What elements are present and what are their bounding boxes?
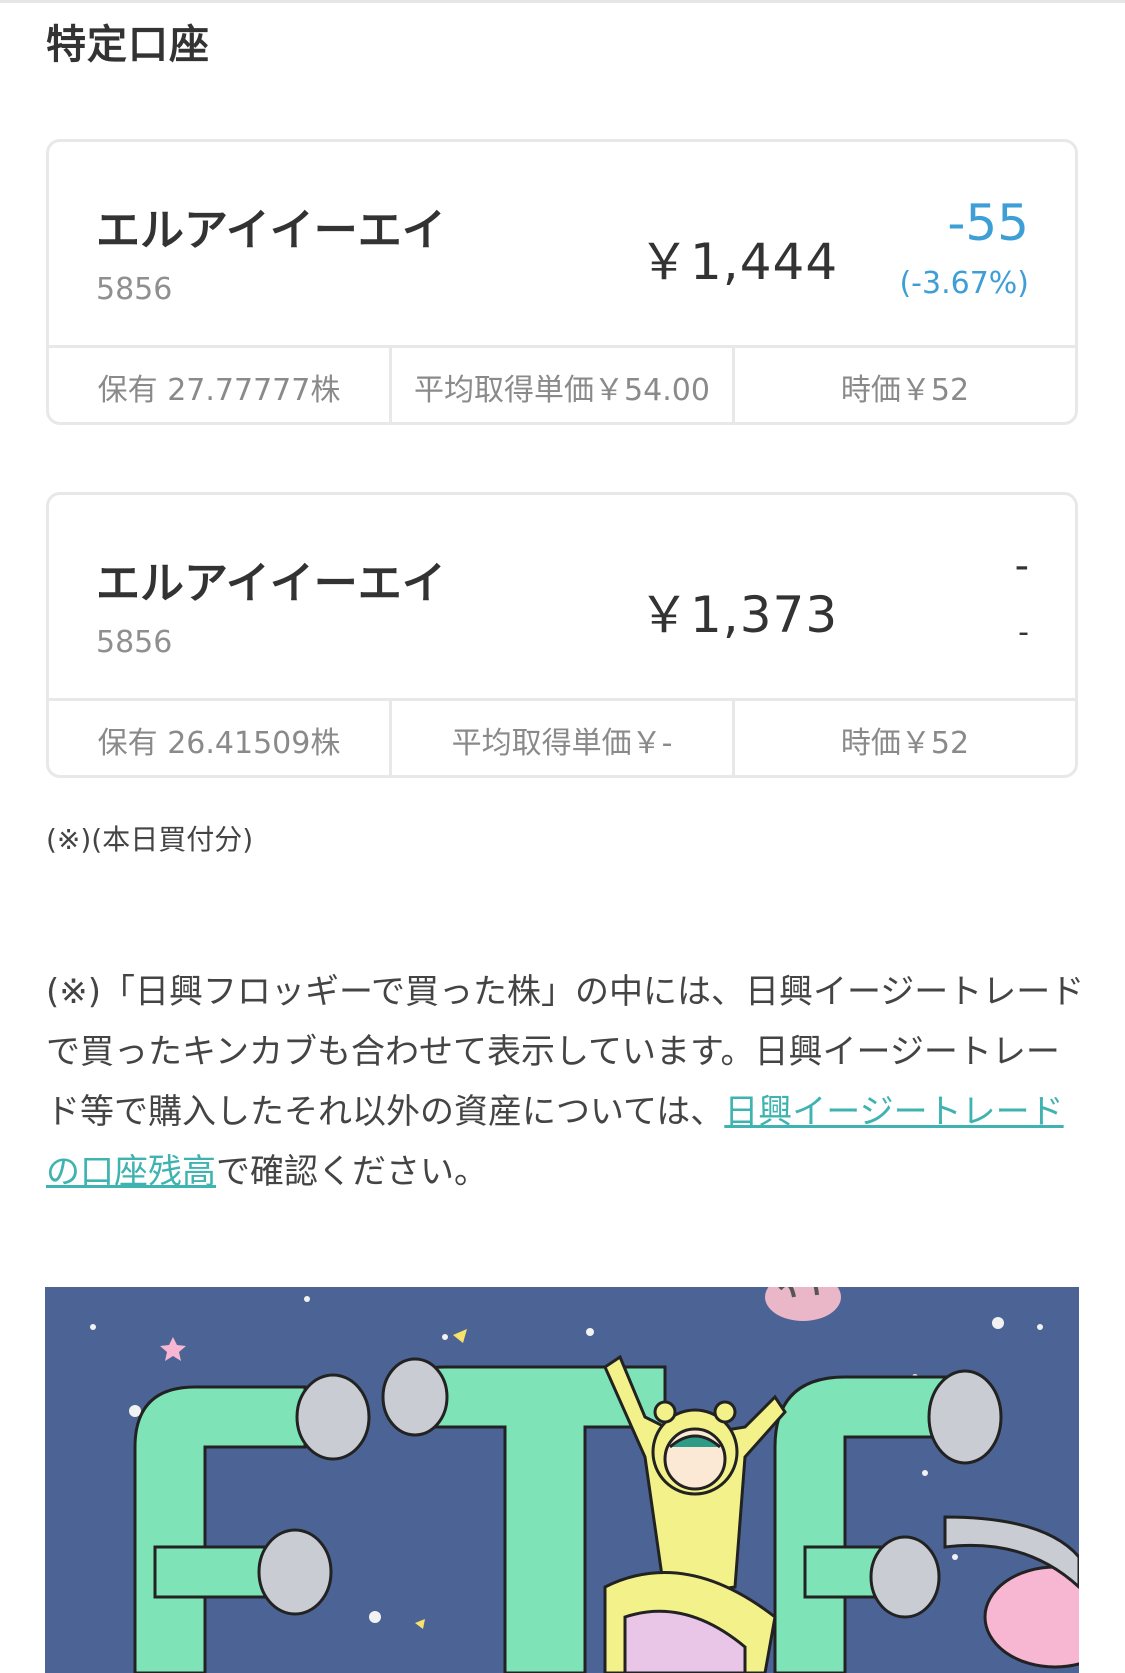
etf-banner[interactable] bbox=[45, 1287, 1079, 1673]
holding-card[interactable]: エルアイイーエイ 5856 ￥1,444 -55 (-3.67%) 保有 27.… bbox=[46, 139, 1078, 425]
etf-illustration-icon bbox=[90, 1287, 1079, 1673]
price-change-percent: (-3.67%) bbox=[899, 266, 1029, 301]
stock-name: エルアイイーエイ bbox=[96, 205, 446, 256]
price-change: -55 bbox=[947, 194, 1029, 252]
holding-summary: エルアイイーエイ 5856 ￥1,444 -55 (-3.67%) bbox=[49, 142, 1075, 348]
disclaimer-text-end: で確認ください。 bbox=[216, 1152, 488, 1192]
holding-amount: ￥1,373 bbox=[639, 586, 839, 644]
market-price: 時価￥52 bbox=[732, 348, 1075, 422]
stock-code: 5856 bbox=[96, 272, 173, 307]
holdings-disclaimer: (※)「日興フロッギーで買った株」の中には、日興イージートレードで買ったキンカブ… bbox=[46, 962, 1086, 1202]
shares-held: 保有 27.77777株 bbox=[97, 372, 341, 408]
shares-held: 保有 26.41509株 bbox=[97, 725, 341, 761]
today-purchase-note: (※)(本日買付分) bbox=[46, 823, 254, 856]
market-price: 時価￥52 bbox=[732, 701, 1075, 775]
price-change: - bbox=[1014, 543, 1029, 589]
holding-details: 保有 27.77777株 平均取得単価￥54.00 時価￥52 bbox=[49, 348, 1075, 422]
holding-amount: ￥1,444 bbox=[639, 233, 839, 291]
holding-summary: エルアイイーエイ 5856 ￥1,373 - - bbox=[49, 495, 1075, 701]
top-divider bbox=[0, 0, 1125, 3]
holding-details: 保有 26.41509株 平均取得単価￥- 時価￥52 bbox=[49, 701, 1075, 775]
stock-code: 5856 bbox=[96, 625, 173, 660]
price-change-percent: - bbox=[1018, 615, 1029, 650]
stock-name: エルアイイーエイ bbox=[96, 558, 446, 609]
average-cost: 平均取得単価￥- bbox=[389, 701, 732, 775]
astronaut-girl bbox=[603, 1354, 787, 1673]
average-cost: 平均取得単価￥54.00 bbox=[389, 348, 732, 422]
holding-card[interactable]: エルアイイーエイ 5856 ￥1,373 - - 保有 26.41509株 平均… bbox=[46, 492, 1078, 778]
section-title: 特定口座 bbox=[46, 22, 210, 68]
